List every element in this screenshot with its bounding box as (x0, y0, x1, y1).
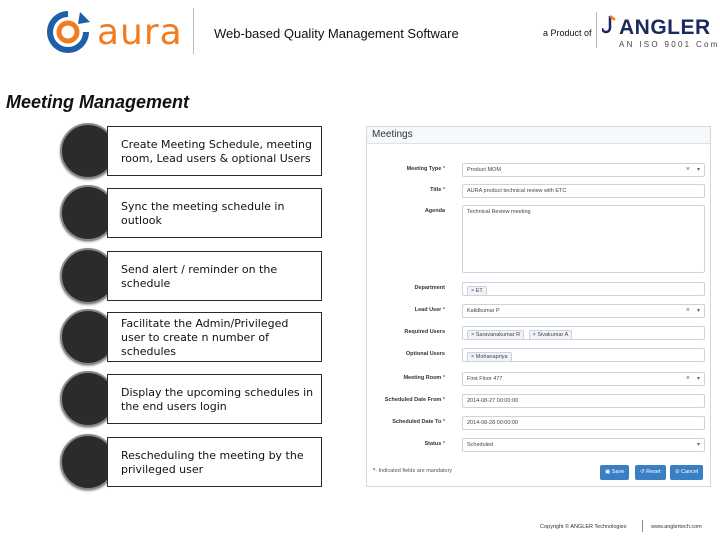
footer-url-link[interactable]: www.anglertech.com (651, 524, 702, 530)
header: aura Web-based Quality Management Softwa… (0, 0, 720, 62)
agenda-row: Agenda Technical Review meeting (367, 205, 710, 273)
header-divider (193, 8, 194, 54)
chevron-down-icon[interactable]: ▾ (697, 166, 700, 173)
aura-logo: aura (40, 8, 182, 56)
lead-user-label: Lead User * (414, 307, 445, 313)
aura-refresh-icon (47, 11, 90, 53)
step-text: Facilitate the Admin/Privileged user to … (107, 312, 322, 362)
chevron-down-icon[interactable]: ▾ (697, 441, 700, 448)
agenda-label: Agenda (424, 208, 445, 214)
meeting-type-label: Meeting Type * (406, 166, 445, 172)
reset-button[interactable]: ↺ Reset (635, 465, 666, 480)
clear-icon[interactable]: × (686, 166, 690, 173)
required-users-row: Required Users × Saravanakumar R × Sivak… (367, 326, 710, 340)
department-label: Department (414, 285, 445, 291)
required-users-input[interactable]: × Saravanakumar R × Sivakumar A (462, 326, 705, 340)
department-input[interactable]: × ET (462, 282, 705, 296)
required-users-label: Required Users (404, 329, 445, 335)
optional-users-label: Optional Users (405, 351, 445, 357)
meeting-type-select[interactable]: Product MOM × ▾ (462, 163, 705, 177)
chevron-down-icon[interactable]: ▾ (697, 375, 700, 382)
meeting-room-select[interactable]: First Floor 477 × ▾ (462, 372, 705, 386)
save-button[interactable]: ▣ Save (600, 465, 630, 480)
meeting-room-row: Meeting Room * First Floor 477 × ▾ (367, 372, 710, 386)
aura-logo-text: aura (97, 12, 183, 53)
optional-users-row: Optional Users × Mohanapriya (367, 348, 710, 362)
tagline: Web-based Quality Management Software (214, 26, 459, 41)
footer-copyright: Copyright © ANGLER Technologies (540, 524, 627, 530)
chevron-down-icon[interactable]: ▾ (697, 307, 700, 314)
step-text: Create Meeting Schedule, meeting room, L… (107, 126, 322, 176)
step-text: Rescheduling the meeting by the privileg… (107, 437, 322, 487)
save-icon: ▣ (605, 469, 611, 475)
step-4: Facilitate the Admin/Privileged user to … (60, 309, 322, 365)
page-title: Meeting Management (6, 92, 190, 112)
mandatory-note: *- Indicated fields are mandatory (373, 468, 453, 474)
title-input[interactable]: AURA product technical review with ETC (462, 184, 705, 198)
required-user-chip[interactable]: × Saravanakumar R (467, 330, 525, 339)
date-from-input[interactable]: 2014-08-27 00:00:00 (462, 394, 705, 408)
date-to-row: Scheduled Date To * 2014-08-28 00:00:00 (367, 416, 710, 430)
date-to-input[interactable]: 2014-08-28 00:00:00 (462, 416, 705, 430)
status-label: Status * (424, 441, 445, 447)
meeting-room-label: Meeting Room * (403, 375, 445, 381)
clear-icon[interactable]: × (686, 307, 690, 314)
department-chip[interactable]: × ET (467, 286, 487, 295)
reset-icon: ↺ (640, 469, 645, 475)
optional-user-chip[interactable]: × Mohanapriya (467, 352, 512, 361)
angler-iso-label: AN ISO 9001 Company (619, 40, 720, 49)
title-row: Title * AURA product technical review wi… (367, 184, 710, 198)
optional-users-input[interactable]: × Mohanapriya (462, 348, 705, 362)
status-select[interactable]: Scheduled ▾ (462, 438, 705, 452)
required-user-chip[interactable]: × Sivakumar A (528, 330, 573, 339)
meetings-form-title: Meetings (367, 127, 710, 144)
angler-hook-icon (602, 15, 616, 34)
step-1: Create Meeting Schedule, meeting room, L… (60, 123, 322, 179)
step-3: Send alert / reminder on the schedule (60, 248, 322, 304)
step-2: Sync the meeting schedule in outlook (60, 185, 322, 241)
department-row: Department × ET (367, 282, 710, 296)
title-label: Title * (430, 187, 445, 193)
agenda-textarea[interactable]: Technical Review meeting (462, 205, 705, 273)
date-to-label: Scheduled Date To * (392, 419, 445, 425)
meetings-form-panel: Meetings Meeting Type * Product MOM × ▾ … (366, 126, 711, 487)
step-text: Display the upcoming schedules in the en… (107, 374, 322, 424)
meeting-type-row: Meeting Type * Product MOM × ▾ (367, 163, 710, 177)
status-row: Status * Scheduled ▾ (367, 438, 710, 452)
clear-icon[interactable]: × (686, 375, 690, 382)
date-from-label: Scheduled Date From * (384, 397, 445, 403)
header-divider-right (596, 12, 597, 48)
lead-user-row: Lead User * Kalidkumar P × ▾ (367, 304, 710, 318)
step-5: Display the upcoming schedules in the en… (60, 371, 322, 427)
cancel-icon: ⊘ (675, 469, 680, 475)
step-text: Send alert / reminder on the schedule (107, 251, 322, 301)
date-from-row: Scheduled Date From * 2014-08-27 00:00:0… (367, 394, 710, 408)
lead-user-select[interactable]: Kalidkumar P × ▾ (462, 304, 705, 318)
cancel-button[interactable]: ⊘ Cancel (670, 465, 704, 480)
step-6: Rescheduling the meeting by the privileg… (60, 434, 322, 490)
step-text: Sync the meeting schedule in outlook (107, 188, 322, 238)
product-of-label: a Product of (543, 28, 592, 38)
footer-divider (642, 520, 643, 532)
angler-company-name: ANGLER (619, 16, 711, 39)
